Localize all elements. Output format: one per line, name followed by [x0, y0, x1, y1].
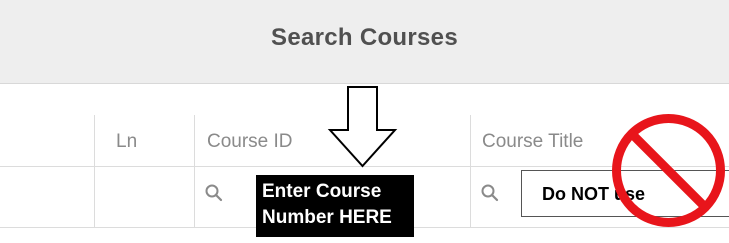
column-header-course-id[interactable]: Course ID [207, 131, 293, 153]
column-divider [94, 115, 95, 228]
search-courses-header: Search Courses [0, 0, 729, 84]
note-line-2: Number HERE [262, 207, 392, 228]
column-header-ln[interactable]: Ln [116, 131, 137, 153]
column-header-course-title[interactable]: Course Title [482, 131, 583, 153]
down-arrow-icon [327, 86, 398, 168]
enter-course-number-note: Enter Course Number HERE [256, 175, 414, 237]
prohibited-icon [612, 114, 725, 227]
search-icon[interactable] [205, 184, 223, 202]
note-line-1: Enter Course [262, 181, 382, 202]
page-title: Search Courses [271, 24, 458, 51]
search-icon[interactable] [481, 184, 499, 202]
column-divider [470, 115, 471, 228]
